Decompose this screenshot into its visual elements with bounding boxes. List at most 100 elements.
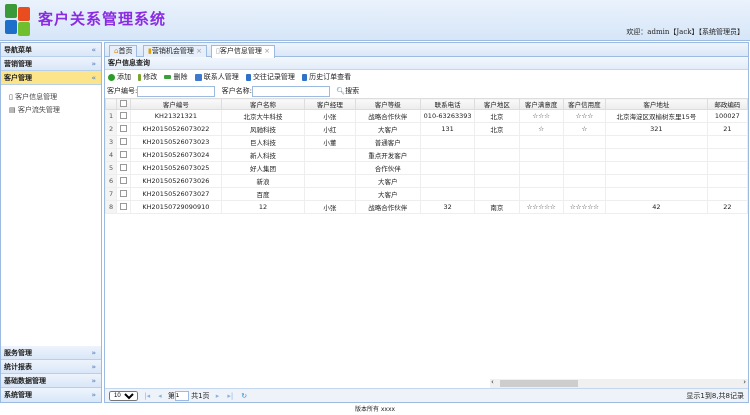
column-header[interactable]: 客户等级: [354, 98, 421, 110]
next-page-icon[interactable]: ▸: [216, 392, 220, 400]
customer-name-input[interactable]: [251, 85, 330, 97]
group-label: 营销管理: [4, 60, 32, 68]
sidebar-group-service[interactable]: 服务管理 »: [1, 346, 101, 360]
cell: 32: [419, 200, 476, 214]
table-row[interactable]: 7 KH20150526073027 百度 大客户: [104, 187, 749, 201]
row-checkbox[interactable]: [116, 187, 132, 201]
cell: 21: [706, 122, 749, 136]
chevron-down-icon: »: [91, 377, 96, 385]
contacts-button[interactable]: 联系人管理: [194, 70, 239, 84]
pencil-icon: [138, 73, 142, 81]
tab-marketing[interactable]: ▮营销机会管理 ×: [143, 45, 207, 57]
page-icon: ▤: [9, 106, 18, 114]
close-icon[interactable]: ×: [196, 47, 202, 55]
horizontal-scrollbar[interactable]: ‹ ›: [490, 378, 748, 388]
close-icon[interactable]: ×: [264, 47, 270, 55]
page-number-input[interactable]: [174, 391, 189, 401]
cell: 22: [706, 200, 749, 214]
refresh-icon[interactable]: ↻: [241, 392, 247, 400]
column-header[interactable]: 客户地区: [474, 98, 520, 110]
cell: [419, 135, 476, 149]
cell: [562, 187, 607, 201]
cell: 42: [605, 200, 708, 214]
column-header[interactable]: 邮政编码: [706, 98, 749, 110]
column-header[interactable]: 客户信用度: [562, 98, 607, 110]
cell: 小张: [304, 109, 356, 123]
table-row[interactable]: 2 KH20150526073022 风驰科技 小红 大客户 131 北京 ☆ ☆ 321 21: [104, 122, 749, 136]
cell: 战略合作伙伴: [354, 200, 421, 214]
page-size-select[interactable]: 10: [109, 391, 138, 401]
sidebar-group-basedata[interactable]: 基础数据管理 »: [1, 374, 101, 388]
row-checkbox[interactable]: [116, 109, 132, 123]
row-checkbox[interactable]: [116, 135, 132, 149]
cell: [562, 174, 607, 188]
cell: [419, 174, 476, 188]
last-page-icon[interactable]: ▸|: [227, 392, 233, 400]
interactions-button[interactable]: 交往记录管理: [245, 70, 295, 84]
delete-button[interactable]: 删除: [164, 70, 187, 84]
row-checkbox[interactable]: [116, 200, 132, 214]
search-button[interactable]: 🔍︎搜索: [336, 87, 359, 95]
cell: 北京: [474, 109, 520, 123]
cell: KH20150526073027: [130, 187, 222, 201]
table-row[interactable]: 3 KH20150526073023 巨人科技 小董 普通客户: [104, 135, 749, 149]
cell: KH21321321: [130, 109, 222, 123]
cell: [605, 187, 708, 201]
tab-label: 首页: [118, 47, 133, 55]
group-label: 统计报表: [4, 363, 32, 371]
table-row[interactable]: 4 KH20150526073024 新人科技 重点开发客户: [104, 148, 749, 162]
column-header[interactable]: 客户地址: [605, 98, 708, 110]
sidebar-group-customer[interactable]: 客户管理 «: [1, 71, 101, 85]
column-header[interactable]: 客户经理: [304, 98, 356, 110]
column-header[interactable]: 客户编号: [130, 98, 222, 110]
column-header[interactable]: 客户满意度: [518, 98, 564, 110]
label: 历史订单查看: [309, 73, 352, 81]
table-row[interactable]: 5 KH20150526073025 好人集团 合作伙伴: [104, 161, 749, 175]
code-label: 客户编号:: [107, 87, 138, 95]
sidebar-item-customer-info[interactable]: ▯ 客户信息管理: [1, 91, 101, 104]
add-button[interactable]: 添加: [108, 70, 131, 84]
cell: [706, 174, 749, 188]
row-checkbox[interactable]: [116, 161, 132, 175]
cell: [474, 174, 520, 188]
cell: KH20150729090910: [130, 200, 222, 214]
row-checkbox[interactable]: [116, 174, 132, 188]
label: 添加: [117, 73, 131, 81]
tab-customer-info[interactable]: ▯客户信息管理 ×: [211, 45, 275, 58]
table-row[interactable]: 1 KH21321321 北京大牛科技 小张 战略合作伙伴 010-63263393 北京 ☆…: [104, 109, 749, 123]
customer-code-input[interactable]: [137, 85, 216, 97]
edit-button[interactable]: 修改: [138, 70, 157, 84]
sidebar-item-customer-loss[interactable]: ▤ 客户流失管理: [1, 104, 101, 117]
column-header[interactable]: 客户名称: [220, 98, 306, 110]
select-all-checkbox[interactable]: [116, 98, 132, 110]
table-row[interactable]: 6 KH20150526073026 新浪 大客户: [104, 174, 749, 188]
cell: [605, 161, 708, 175]
cell: 小张: [304, 200, 356, 214]
minus-icon: [164, 75, 172, 79]
row-number: 6: [104, 174, 118, 188]
cell: [474, 161, 520, 175]
label: 交往记录管理: [252, 73, 295, 81]
item-label: 客户流失管理: [17, 106, 60, 114]
first-page-icon[interactable]: |◂: [144, 392, 150, 400]
tab-home[interactable]: ⌂首页: [109, 45, 138, 57]
scroll-left-icon[interactable]: ‹: [491, 378, 494, 386]
cell: 100027: [706, 109, 749, 123]
table-row[interactable]: 8 KH20150729090910 12 小张 战略合作伙伴 32 南京 ☆☆☆☆☆ ☆☆☆☆…: [104, 200, 749, 214]
label: 联系人管理: [203, 73, 239, 81]
scroll-right-icon[interactable]: ›: [743, 378, 746, 386]
row-checkbox[interactable]: [116, 148, 132, 162]
collapse-icon[interactable]: «: [91, 43, 96, 57]
column-header[interactable]: 联系电话: [419, 98, 476, 110]
cell: KH20150526073023: [130, 135, 222, 149]
cell: [304, 174, 356, 188]
sidebar-group-reports[interactable]: 统计报表 »: [1, 360, 101, 374]
sidebar-group-system[interactable]: 系统管理 »: [1, 388, 101, 402]
label: 删除: [173, 73, 188, 81]
sidebar-group-marketing[interactable]: 营销管理 »: [1, 57, 101, 71]
orders-button[interactable]: 历史订单查看: [302, 70, 351, 84]
scroll-thumb[interactable]: [500, 380, 578, 387]
cell: 北京海淀区双榆树东里15号: [605, 109, 708, 123]
prev-page-icon[interactable]: ◂: [158, 392, 162, 400]
row-checkbox[interactable]: [116, 122, 132, 136]
